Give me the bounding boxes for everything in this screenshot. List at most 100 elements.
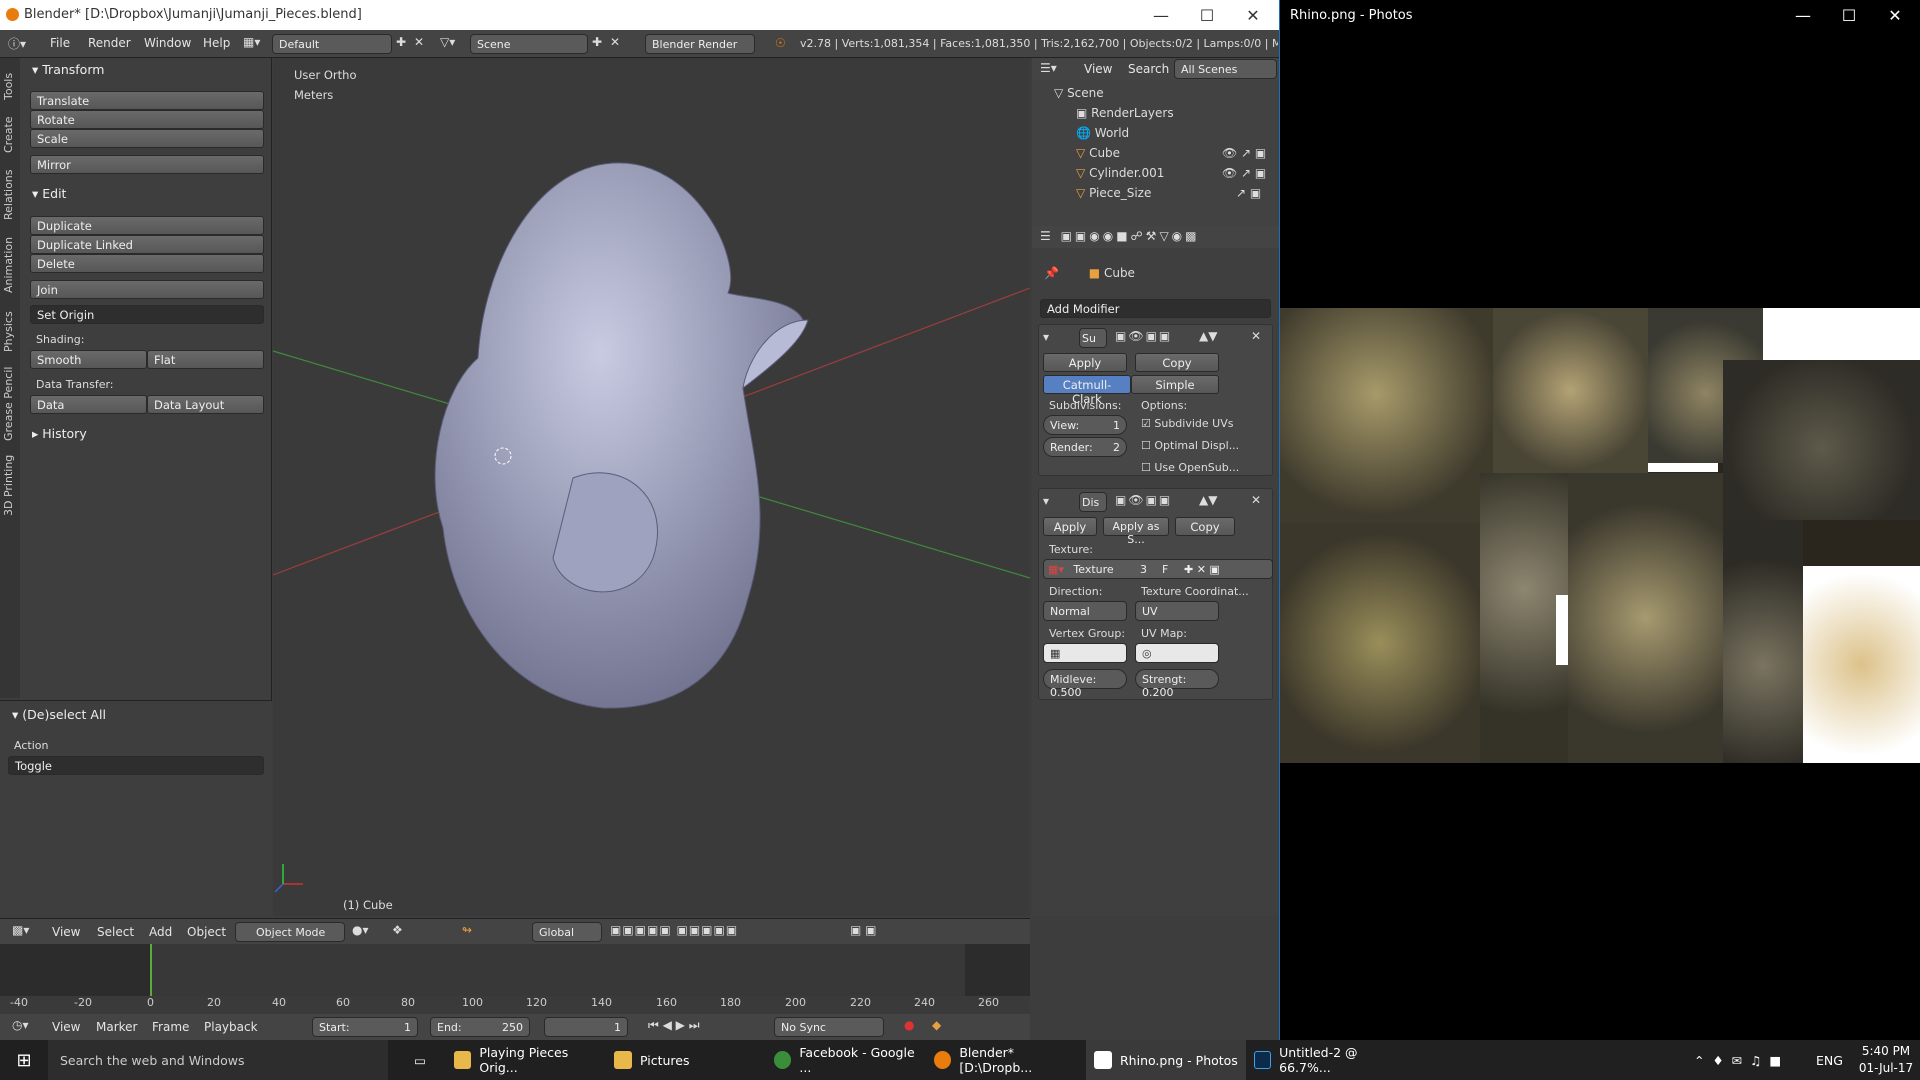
outliner-editor-icon[interactable]: ☰▾ [1040,61,1057,75]
render-engine-selector[interactable]: Blender Render [645,34,755,54]
minimize-button[interactable]: — [1138,0,1184,30]
render-levels-field[interactable]: Render: 2 [1043,437,1127,457]
duplicate-button[interactable]: Duplicate [30,216,264,235]
vp-menu-object[interactable]: Object [187,925,226,939]
taskbar-app[interactable]: Pictures [606,1040,766,1080]
remove-scene-icon[interactable]: ✕ [610,35,620,49]
photos-title-bar[interactable]: Rhino.png - Photos — ☐ ✕ [1280,0,1920,30]
playback-controls-icon[interactable]: ⏮ ◀ ▶ ⏭ [648,1018,700,1033]
remove-layout-icon[interactable]: ✕ [414,35,424,49]
menu-help[interactable]: Help [203,36,230,50]
tab-relations[interactable]: Relations [2,164,18,226]
maximize-button[interactable]: ☐ [1184,0,1230,30]
task-view-button[interactable]: ▭ [400,1040,440,1080]
manipulator-icon[interactable]: ↬ [462,923,472,937]
scene-selector[interactable]: Scene [470,34,588,54]
view-levels-field[interactable]: View: 1 [1043,415,1127,435]
3d-viewport[interactable]: User Ortho Meters (1) Cube [273,58,1030,916]
menu-file[interactable]: File [50,36,70,50]
properties-context-icons[interactable]: ☰ ▣▣◉◉■☍⚒▽◉▩ [1040,229,1199,243]
outliner-filter[interactable]: All Scenes [1174,59,1277,79]
taskbar-app[interactable]: Playing Pieces Orig... [446,1040,606,1080]
system-tray-icons[interactable]: ⌃♦✉♫■ [1686,1040,1806,1080]
pivot-icon[interactable]: ❖ [392,923,403,937]
subsurf-copy-button[interactable]: Copy [1135,353,1219,372]
optimal-display-checkbox[interactable]: ☐ Optimal Displ... [1141,439,1239,452]
tab-physics[interactable]: Physics [2,304,18,360]
mode-selector[interactable]: Object Mode [235,922,345,942]
delete-button[interactable]: Delete [30,254,264,273]
timeline[interactable]: -40 -20 0 20 40 60 80 100 120 140 160 18… [0,944,1030,1040]
end-frame-field[interactable]: End: 250 [430,1017,530,1037]
scale-button[interactable]: Scale [30,129,264,148]
rotate-button[interactable]: Rotate [30,110,264,129]
outliner-item-cube[interactable]: ▽ Cube [1076,146,1120,160]
catmull-clark-toggle[interactable]: Catmull-Clark [1043,375,1131,406]
vp-menu-view[interactable]: View [52,925,80,939]
tab-grease-pencil[interactable]: Grease Pencil [2,364,18,444]
outliner-item-piece-size[interactable]: ▽ Piece_Size [1076,186,1151,200]
uv-map-field[interactable]: ◎ [1135,643,1219,663]
data-layout-button[interactable]: Data Layout [147,395,264,414]
simple-toggle[interactable]: Simple [1131,375,1219,394]
texture-selector[interactable]: ▦▾ Texture 3 F ✚ ✕ ▣ [1043,559,1273,579]
remove-modifier-icon[interactable]: ✕ [1251,329,1261,343]
vertex-group-field[interactable]: ▦ [1043,643,1127,663]
history-panel-header[interactable]: ▸ History [32,426,87,441]
use-opensubdiv-checkbox[interactable]: ☐ Use OpenSub... [1141,461,1239,474]
viewport-shading-icon[interactable]: ●▾ [352,923,369,937]
tab-3d-printing[interactable]: 3D Printing [2,448,18,522]
transform-panel-header[interactable]: ▾ Transform [32,62,104,77]
outliner-item-world[interactable]: 🌐 World [1076,126,1129,140]
tl-menu-marker[interactable]: Marker [96,1020,137,1034]
set-origin-dropdown[interactable]: Set Origin [30,305,264,324]
taskbar-app[interactable]: Untitled-2 @ 66.7%... [1246,1040,1406,1080]
move-up-down-icons[interactable]: ▲▼ [1199,493,1217,507]
render-preview-icon[interactable]: ▣ ▣ [850,923,877,937]
direction-dropdown[interactable]: Normal [1043,601,1127,621]
menu-render[interactable]: Render [88,36,131,50]
outliner-menu-view[interactable]: View [1084,62,1112,76]
photos-maximize-button[interactable]: ☐ [1826,0,1872,30]
flat-button[interactable]: Flat [147,350,264,369]
displace-copy-button[interactable]: Copy [1175,517,1235,536]
outliner-menu-search[interactable]: Search [1128,62,1169,76]
action-dropdown[interactable]: Toggle [8,756,264,775]
outliner-item-cylinder[interactable]: ▽ Cylinder.001 [1076,166,1164,180]
record-icon[interactable]: ● [904,1018,914,1032]
tl-menu-playback[interactable]: Playback [204,1020,258,1034]
subsurf-name-field[interactable]: Su [1079,328,1107,348]
viewport-editor-icon[interactable]: ▩▾ [12,923,29,937]
duplicate-linked-button[interactable]: Duplicate Linked [30,235,264,254]
subsurf-apply-button[interactable]: Apply [1043,353,1127,372]
displace-apply-button[interactable]: Apply [1043,517,1097,536]
modifier-display-icons[interactable]: ▣👁▣▣ [1115,493,1172,507]
close-button[interactable]: ✕ [1230,0,1276,30]
start-button[interactable]: ⊞ [0,1040,48,1080]
smooth-button[interactable]: Smooth [30,350,147,369]
layers-icon[interactable]: ▣▣▣▣▣ ▣▣▣▣▣ [610,923,738,937]
menu-window[interactable]: Window [144,36,191,50]
tl-menu-frame[interactable]: Frame [152,1020,189,1034]
keyframe-icon[interactable]: ◆ [932,1018,941,1032]
screen-layout-icon[interactable]: ▦▾ [243,35,260,49]
remove-modifier-icon[interactable]: ✕ [1251,493,1261,507]
info-editor-icon[interactable]: ⓘ▾ [8,35,26,52]
data-button[interactable]: Data [30,395,147,414]
photos-close-button[interactable]: ✕ [1872,0,1918,30]
tab-tools[interactable]: Tools [2,66,18,106]
translate-button[interactable]: Translate [30,91,264,110]
vp-menu-select[interactable]: Select [97,925,134,939]
collapse-icon[interactable]: ▾ [1043,494,1049,508]
operator-header[interactable]: ▾ (De)select All [12,707,106,722]
texture-coords-dropdown[interactable]: UV [1135,601,1219,621]
add-layout-icon[interactable]: ✚ [396,35,406,49]
timeline-editor-icon[interactable]: ◷▾ [12,1018,29,1032]
scene-icon[interactable]: ▽▾ [440,35,455,49]
add-scene-icon[interactable]: ✚ [592,35,602,49]
mirror-button[interactable]: Mirror [30,155,264,174]
tab-create[interactable]: Create [2,110,18,160]
photos-minimize-button[interactable]: — [1780,0,1826,30]
join-button[interactable]: Join [30,280,264,299]
move-up-down-icons[interactable]: ▲▼ [1199,329,1217,343]
